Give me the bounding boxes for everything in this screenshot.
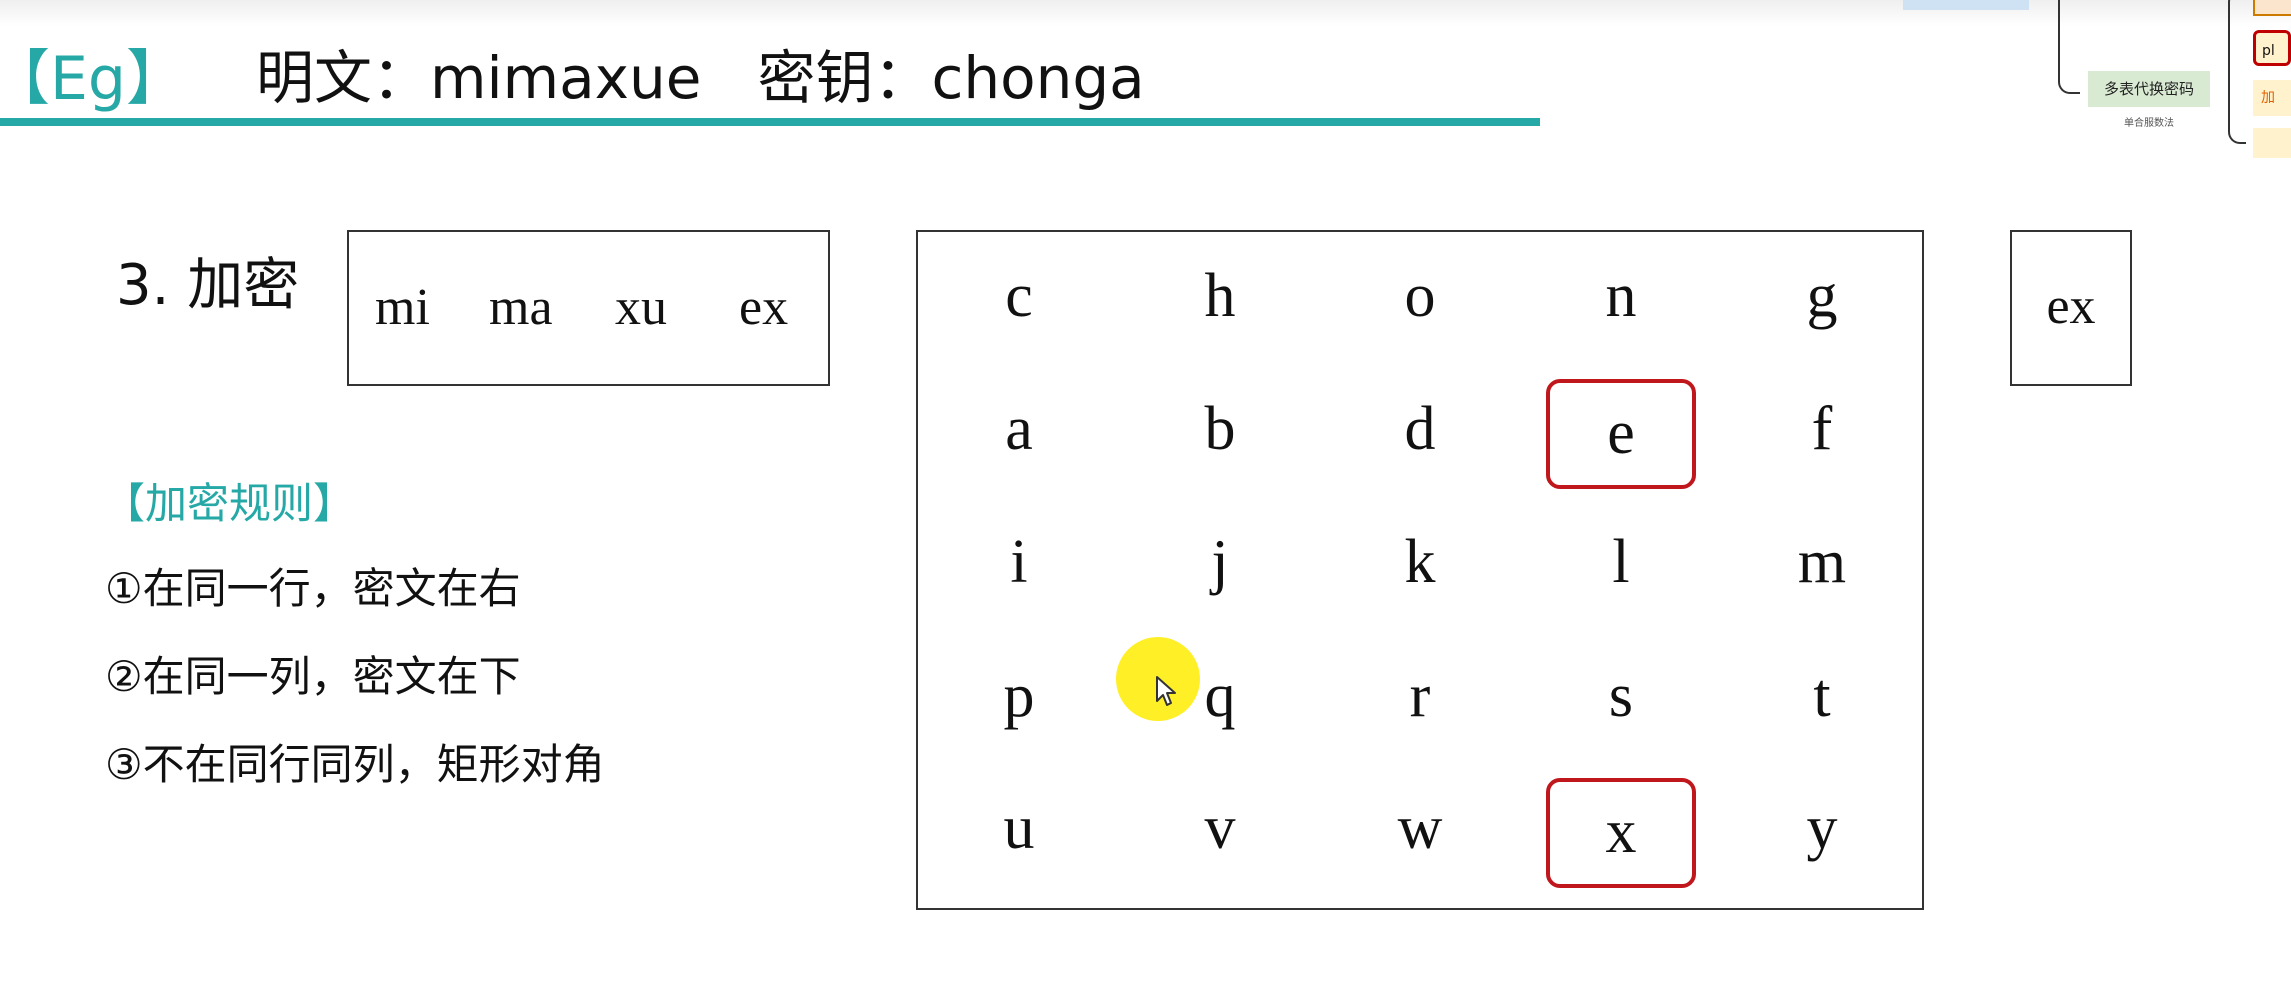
step-title: 3. 加密 [116,253,300,318]
matrix-cell: h [1204,262,1236,330]
matrix-cell: c [1005,262,1033,330]
header-underline [0,118,1540,126]
matrix-cell: o [1404,262,1436,330]
matrix-cell: b [1204,395,1236,463]
mindmap-node-bar [1903,0,2029,10]
matrix-cell: u [1003,794,1035,862]
matrix-cell: p [1003,662,1035,730]
rule-rectangle-corner: ③不在同行同列，矩形对角 [105,740,605,789]
mindmap-leaf-4[interactable] [2253,128,2291,158]
matrix-cell: k [1404,528,1436,596]
matrix-cell: d [1404,395,1436,463]
mindmap-leaf-2[interactable]: pl [2253,30,2291,66]
rule-same-column: ②在同一列，密文在下 [105,652,521,701]
digraph-pairs-box: mi ma xu ex [347,230,830,386]
matrix-cell: y [1806,794,1838,862]
digraph-pair: mi [375,279,430,336]
digraph-pair: xu [615,279,667,336]
rule-same-row: ①在同一行，密文在右 [105,564,521,613]
digraph-pair: ma [489,279,553,336]
digraph-pair: ex [739,279,789,336]
matrix-cell: v [1204,794,1236,862]
matrix-cell: s [1608,662,1634,730]
matrix-cell-highlighted: x [1546,778,1696,888]
mindmap-node-polyalphabetic[interactable]: 多表代换密码 [2088,71,2210,107]
mindmap-leaf-1[interactable] [2253,0,2291,16]
mindmap-brace-left [2058,0,2080,94]
mindmap-leaf-3[interactable]: 加 [2253,80,2291,116]
matrix-cell: m [1797,528,1847,596]
ciphertext-result-box: ex [2010,230,2132,386]
example-tag: 【Eg】 [0,43,186,114]
key-matrix: c h o n g a b d e f i j k l m p q r s t … [916,230,1924,910]
matrix-cell: a [1005,395,1033,463]
slide-header: 【Eg】 明文：mimaxue 密钥：chonga [0,28,1145,118]
matrix-cell: i [1010,528,1028,596]
matrix-cell-highlighted: e [1546,379,1696,489]
mindmap-brace-right [2228,0,2246,144]
mindmap-node-subtitle: 单合服数法 [2124,118,2174,129]
matrix-cell: t [1813,662,1831,730]
matrix-cell: f [1811,395,1833,463]
matrix-cell: w [1397,794,1443,862]
mouse-pointer-icon [1156,676,1176,706]
matrix-cell: r [1409,662,1431,730]
plaintext-label: 明文：mimaxue [256,44,702,112]
key-label: 密钥：chonga [757,44,1145,112]
rules-title: 【加密规则】 [103,479,356,528]
matrix-cell: j [1211,528,1229,596]
matrix-cell: g [1806,262,1838,330]
matrix-cell: l [1612,528,1630,596]
matrix-cell: n [1605,262,1637,330]
